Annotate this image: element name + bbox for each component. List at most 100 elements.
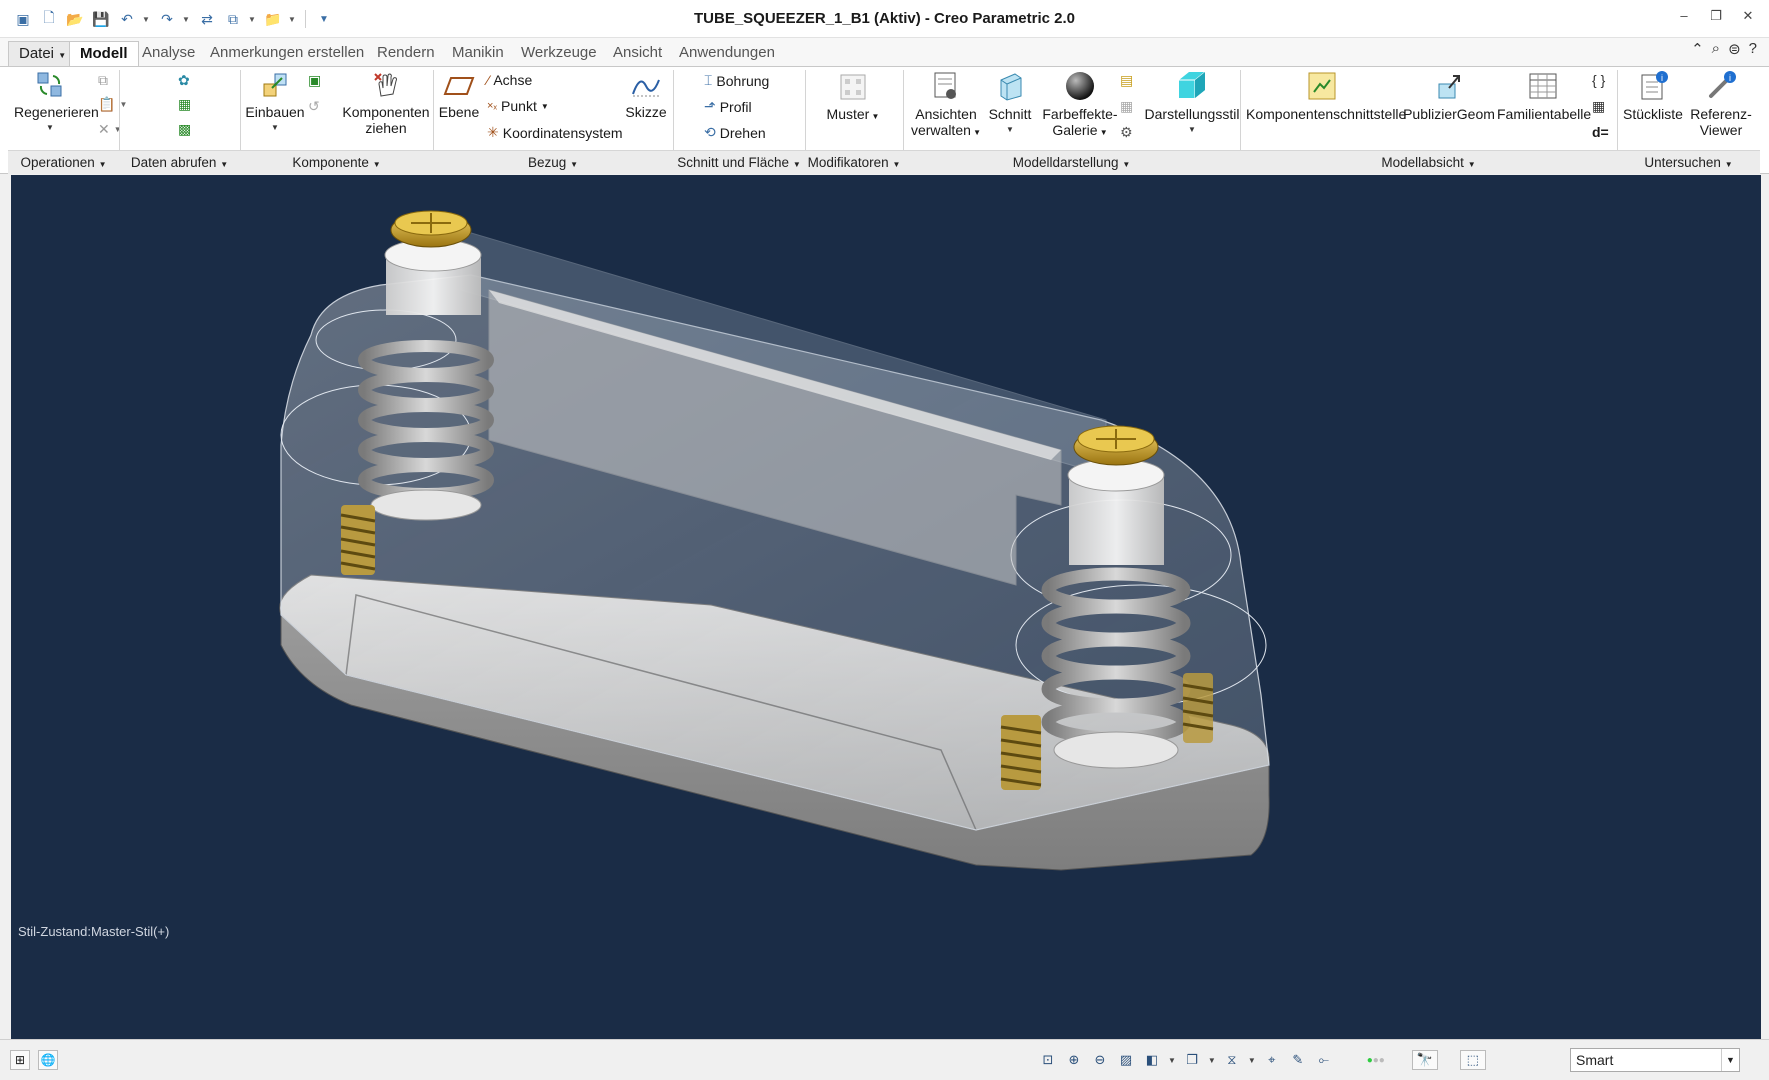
publiziergeom-button[interactable]: PublizierGeom	[1403, 70, 1495, 122]
data-share-button[interactable]: ✿	[178, 72, 190, 89]
farbeffekte-galerie-button[interactable]: Farbeffekte- Galerie ▼	[1040, 70, 1120, 141]
repeat-button[interactable]: ↺	[308, 98, 320, 115]
graphics-viewport[interactable]: Stil-Zustand:Master-Stil(+)	[11, 175, 1761, 1039]
tab-anwendungen[interactable]: Anwendungen	[669, 41, 785, 66]
komponentenschnittstelle-button[interactable]: Komponentenschnittstelle	[1246, 70, 1406, 122]
achse-button[interactable]: ⁄ Achse	[487, 72, 532, 88]
tab-anmerkungen[interactable]: Anmerkungen erstellen	[200, 41, 374, 66]
stueckliste-button[interactable]: i Stückliste	[1620, 70, 1686, 122]
open-icon[interactable]: 📂	[64, 8, 86, 30]
merge-button[interactable]: ▩	[178, 121, 191, 138]
datum-display-icon[interactable]: ⧖	[1222, 1050, 1242, 1070]
redo-dropdown-icon[interactable]: ▼	[182, 15, 192, 24]
drag-components-button[interactable]: Komponenten ziehen	[342, 70, 430, 136]
darstellungsstil-button[interactable]: Darstellungsstil ▼	[1142, 68, 1242, 138]
skizze-button[interactable]: Skizze	[624, 72, 668, 120]
bohrung-button[interactable]: ⌶ Bohrung	[704, 72, 769, 89]
window-controls: ‒ ❐ ✕	[1677, 8, 1755, 24]
group-operationen[interactable]: Operationen ▼	[8, 155, 119, 170]
group-komponente[interactable]: Komponente ▼	[240, 155, 433, 170]
find-icon[interactable]: 🔭	[1411, 1050, 1438, 1070]
paste-button[interactable]: 📋 ▼	[98, 96, 127, 113]
chevron-down-icon[interactable]: ▼	[1721, 1049, 1739, 1071]
perspective-button[interactable]: ⚙	[1120, 124, 1133, 141]
referenz-viewer-button[interactable]: i Referenz- Viewer	[1688, 70, 1754, 138]
punkt-button[interactable]: ×ₓ Punkt ▼	[487, 98, 549, 114]
undo-icon[interactable]: ↶	[116, 8, 138, 30]
zoom-in-icon[interactable]: ⊕	[1064, 1050, 1084, 1070]
hole-icon: ⌶	[704, 72, 713, 88]
selection-filter-dropdown[interactable]: Smart ▼	[1570, 1048, 1740, 1072]
annotation-display-icon[interactable]: ✎	[1288, 1050, 1308, 1070]
tab-manikin[interactable]: Manikin	[442, 41, 514, 66]
d-equals-button[interactable]: d=	[1592, 124, 1609, 140]
display-list-button[interactable]: ▦	[1120, 98, 1133, 115]
group-modifikatoren[interactable]: Modifikatoren ▼	[805, 155, 903, 170]
tab-datei[interactable]: Datei ▼	[8, 41, 78, 66]
right-screw-front	[1000, 715, 1042, 790]
ribbon-tabs: Datei ▼ Modell Analyse Anmerkungen erste…	[0, 38, 1769, 66]
copy-geom-button[interactable]: ▦	[178, 96, 191, 113]
search-icon[interactable]: ⌕	[1712, 40, 1720, 58]
koordinatensystem-button[interactable]: ✳ Koordinatensystem	[487, 124, 623, 141]
muster-button[interactable]: Muster ▼	[822, 72, 884, 125]
svg-text:i: i	[1661, 73, 1663, 83]
display-layer-button[interactable]: ▤	[1120, 72, 1133, 89]
group-daten-abrufen[interactable]: Daten abrufen ▼	[119, 155, 240, 170]
group-bezug[interactable]: Bezug ▼	[433, 155, 673, 170]
model-tree-toggle-icon[interactable]: ⊞	[10, 1050, 30, 1070]
restore-icon[interactable]: ❐	[1709, 8, 1723, 24]
spin-center-icon[interactable]: ⌖	[1262, 1050, 1282, 1070]
familientabelle-button[interactable]: Familientabelle	[1497, 70, 1591, 122]
regenerate-icon[interactable]: ⇄	[196, 8, 218, 30]
tab-werkzeuge[interactable]: Werkzeuge	[511, 41, 607, 66]
folder-icon[interactable]: 📁	[262, 8, 284, 30]
browser-toggle-icon[interactable]: 🌐	[38, 1050, 58, 1070]
axis-icon: ⁄	[487, 72, 490, 88]
windows-dropdown-icon[interactable]: ▼	[248, 15, 258, 24]
minimize-icon[interactable]: ‒	[1677, 8, 1691, 24]
profil-button[interactable]: ⬏ Profil	[704, 98, 752, 115]
windows-icon[interactable]: ⧉	[222, 8, 244, 30]
group-untersuchen[interactable]: Untersuchen ▼	[1617, 155, 1760, 170]
ebene-button[interactable]: Ebene	[437, 72, 481, 120]
tab-analyse[interactable]: Analyse	[132, 41, 205, 66]
refit-icon[interactable]: ⊡	[1038, 1050, 1058, 1070]
relations-button[interactable]: { }	[1592, 72, 1605, 88]
help-icon[interactable]: ?	[1749, 40, 1757, 58]
section-icon	[1000, 73, 1022, 101]
zoom-out-icon[interactable]: ⊖	[1090, 1050, 1110, 1070]
tab-modell[interactable]: Modell	[69, 41, 139, 66]
regenerate-button[interactable]: Regenerieren ▼	[14, 70, 99, 136]
parameters-button[interactable]: ▦	[1592, 98, 1605, 115]
customize-icon[interactable]: ▼	[313, 8, 335, 30]
undo-dropdown-icon[interactable]: ▼	[142, 15, 152, 24]
selection-filter-icon[interactable]: ⬚	[1459, 1050, 1486, 1070]
tab-ansicht[interactable]: Ansicht	[603, 41, 672, 66]
collapse-ribbon-icon[interactable]: ⌃	[1691, 40, 1704, 58]
folder-dropdown-icon[interactable]: ▼	[288, 15, 298, 24]
close-icon[interactable]: ✕	[1741, 8, 1755, 24]
copy-button[interactable]: ⧉	[98, 72, 108, 89]
redo-icon[interactable]: ↷	[156, 8, 178, 30]
save-icon[interactable]: 💾	[90, 8, 112, 30]
tube-squeezer-model[interactable]	[11, 175, 1761, 1039]
repaint-icon[interactable]: ▨	[1116, 1050, 1136, 1070]
display-style-small-icon[interactable]: ◧	[1142, 1050, 1162, 1070]
einbauen-button[interactable]: Einbauen ▼	[244, 70, 306, 136]
saved-views-icon[interactable]: ❐	[1182, 1050, 1202, 1070]
new-icon[interactable]: 🗋	[38, 8, 60, 30]
group-schnitt-flaeche[interactable]: Schnitt und Fläche ▼	[673, 155, 805, 170]
tab-rendern[interactable]: Rendern	[367, 41, 445, 66]
svg-text:i: i	[1729, 73, 1731, 83]
group-modellabsicht[interactable]: Modellabsicht ▼	[1240, 155, 1617, 170]
drehen-button[interactable]: ⟲ Drehen	[704, 124, 766, 141]
create-component-button[interactable]: ▣	[308, 72, 321, 89]
schnitt-button[interactable]: Schnitt ▼	[985, 70, 1035, 138]
connector-icon[interactable]: ⟜	[1314, 1050, 1334, 1070]
community-icon[interactable]: ⊜	[1728, 40, 1741, 58]
ansichten-verwalten-button[interactable]: Ansichten verwalten ▼	[910, 70, 982, 141]
copy-icon: ⧉	[98, 72, 108, 88]
app-icon[interactable]: ▣	[12, 8, 34, 30]
group-modelldarstellung[interactable]: Modelldarstellung ▼	[903, 155, 1240, 170]
